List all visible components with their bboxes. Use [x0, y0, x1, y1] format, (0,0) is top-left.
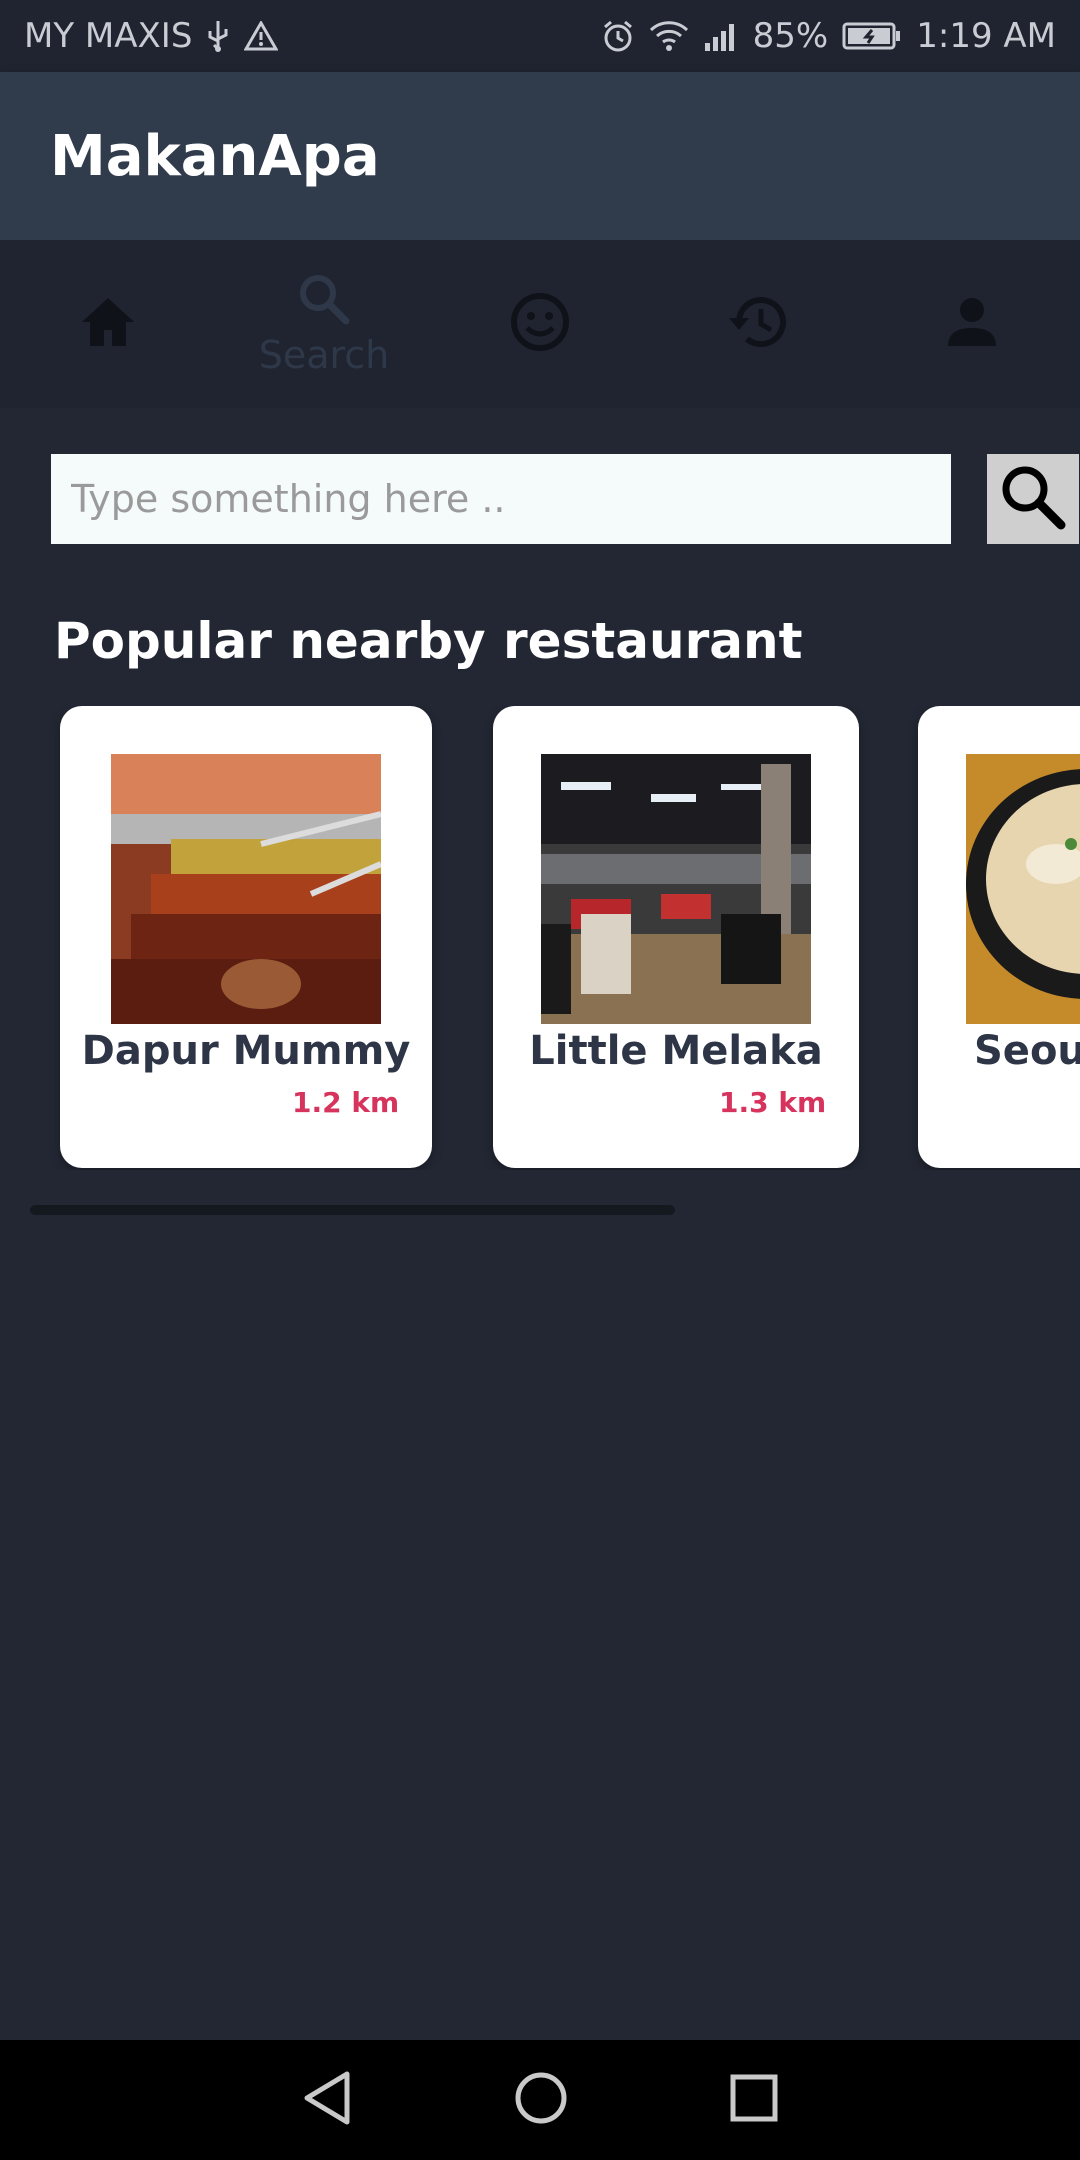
battery-icon	[842, 21, 902, 51]
carrier-name: MY MAXIS	[24, 16, 193, 56]
tab-search[interactable]: Search	[216, 240, 432, 408]
usb-icon	[206, 19, 230, 53]
restaurant-photo	[966, 754, 1080, 1024]
section-title: Popular nearby restaurant	[54, 612, 803, 670]
signal-icon	[703, 21, 739, 51]
search-button[interactable]	[987, 454, 1079, 544]
battery-percent: 85%	[752, 16, 829, 56]
restaurant-distance: 1.3 km	[719, 1086, 827, 1119]
restaurant-name: Little Melaka	[529, 1028, 823, 1074]
system-nav-bar	[0, 2040, 1080, 2160]
search-input[interactable]	[51, 454, 951, 544]
app-title: MakanApa	[50, 123, 380, 189]
warning-icon	[244, 21, 279, 51]
tab-history[interactable]	[648, 240, 864, 408]
status-bar: MY MAXIS 85% 1:19 AM	[0, 0, 1080, 72]
home-icon	[78, 294, 138, 354]
restaurant-card[interactable]: Dapur Mummy 1.2 km	[60, 706, 432, 1168]
tab-navigation: Search	[0, 240, 1080, 408]
restaurant-name: Dapur Mummy	[81, 1028, 411, 1074]
restaurant-name: Seoul	[974, 1028, 1080, 1074]
app-bar: MakanApa	[0, 72, 1080, 240]
alarm-icon	[601, 19, 635, 53]
recents-icon[interactable]	[729, 2073, 779, 2127]
clock-time: 1:19 AM	[916, 16, 1056, 56]
carousel-scroll-indicator[interactable]	[30, 1205, 675, 1215]
search-row	[51, 454, 1080, 544]
smiley-icon	[509, 291, 571, 357]
tab-home[interactable]	[0, 240, 216, 408]
restaurant-card[interactable]: Seoul	[918, 706, 1080, 1168]
back-icon[interactable]	[301, 2070, 353, 2130]
wifi-icon	[649, 20, 689, 52]
restaurant-photo	[111, 754, 381, 1024]
restaurant-card[interactable]: Little Melaka 1.3 km	[493, 706, 859, 1168]
search-icon	[296, 271, 352, 331]
restaurant-distance: 1.2 km	[292, 1086, 400, 1119]
tab-profile[interactable]	[864, 240, 1080, 408]
history-icon	[723, 291, 789, 357]
restaurant-photo	[541, 754, 811, 1024]
restaurant-carousel[interactable]: Dapur Mummy 1.2 km Little Melaka 1.3 km …	[0, 706, 1080, 1170]
tab-search-label: Search	[258, 333, 390, 377]
status-right: 85% 1:19 AM	[601, 16, 1056, 56]
person-icon	[944, 294, 1000, 354]
tab-mood[interactable]	[432, 240, 648, 408]
magnifier-icon	[998, 462, 1068, 536]
home-circle-icon[interactable]	[513, 2070, 569, 2130]
status-left: MY MAXIS	[24, 16, 279, 56]
